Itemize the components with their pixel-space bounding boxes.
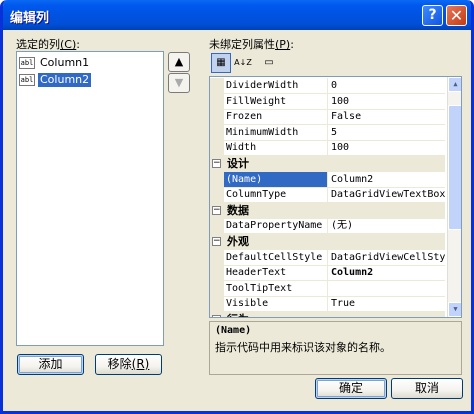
remove-button[interactable]: 移除(R) [95, 354, 162, 375]
add-button[interactable]: 添加 [17, 354, 84, 375]
property-row[interactable]: MinimumWidth 5 [210, 124, 445, 141]
property-name[interactable]: DataPropertyName [224, 218, 328, 234]
property-grid-toolbar: ▦ A↓Z ▭ [211, 53, 281, 73]
property-name[interactable]: ToolTipText [224, 280, 328, 296]
property-value[interactable]: True [329, 296, 445, 311]
collapse-icon[interactable]: − [212, 237, 221, 246]
list-item-label: Column2 [38, 73, 92, 87]
row-gutter [210, 218, 224, 235]
category-label: 设计 [227, 157, 249, 170]
selected-columns-label: 选定的列(C): [16, 38, 80, 51]
property-name[interactable]: Frozen [224, 109, 328, 125]
row-gutter [210, 249, 224, 266]
property-row[interactable]: (Name) Column2 [210, 171, 445, 188]
list-item-column1[interactable]: abl Column1 [19, 55, 161, 71]
property-row[interactable]: Frozen False [210, 109, 445, 126]
scroll-thumb[interactable] [448, 105, 461, 230]
scroll-up-icon[interactable]: ▲ [448, 77, 461, 92]
row-gutter [210, 124, 224, 141]
property-row[interactable]: Width 100 [210, 140, 445, 157]
property-grid[interactable]: DividerWidth 0 FillWeight 100 Frozen False Min… [209, 76, 462, 318]
textbox-column-icon: abl [19, 57, 35, 69]
property-value[interactable]: False [329, 109, 445, 124]
property-name[interactable]: DividerWidth [224, 78, 328, 93]
row-gutter [210, 171, 224, 188]
property-row[interactable]: ToolTipText [210, 280, 445, 297]
cancel-button[interactable]: 取消 [391, 378, 463, 399]
list-item-label: Column1 [40, 56, 90, 69]
collapse-icon[interactable]: − [212, 159, 221, 168]
description-text: 指示代码中用来标识该对象的名称。 [215, 341, 391, 354]
property-value[interactable]: Column2 [329, 172, 445, 187]
property-value[interactable] [329, 281, 445, 296]
row-gutter [210, 265, 224, 282]
categorized-view-icon[interactable]: ▦ [211, 53, 231, 73]
row-gutter [210, 140, 224, 157]
property-name[interactable]: DefaultCellStyle [224, 249, 328, 265]
edit-columns-dialog: 编辑列 ? ✕ 选定的列(C): abl Column1 abl Column2… [0, 0, 474, 414]
property-pages-icon[interactable]: ▭ [259, 53, 279, 73]
property-value[interactable]: Column2 [329, 265, 445, 280]
property-row[interactable]: DataPropertyName (无) [210, 218, 445, 235]
unbound-column-properties-label: 未绑定列属性(P): [209, 38, 294, 51]
property-category[interactable]: − 外观 [210, 234, 445, 250]
row-gutter [210, 78, 224, 94]
help-button[interactable]: ? [422, 5, 443, 26]
alphabetical-sort-icon[interactable]: A↓Z [233, 53, 253, 73]
property-row[interactable]: HeaderText Column2 [210, 265, 445, 282]
property-name[interactable]: Visible [224, 296, 328, 312]
move-up-button[interactable]: ▲ [168, 52, 190, 72]
property-value[interactable]: 0 [329, 78, 445, 93]
textbox-column-icon: abl [19, 74, 35, 86]
row-gutter [210, 280, 224, 297]
property-row[interactable]: DividerWidth 0 [210, 78, 445, 94]
property-category[interactable]: − 数据 [210, 202, 445, 219]
ok-button[interactable]: 确定 [315, 378, 387, 399]
title-bar[interactable]: 编辑列 ? ✕ [3, 0, 471, 30]
list-item-column2[interactable]: abl Column2 [19, 72, 161, 88]
row-gutter [210, 93, 224, 110]
category-label: 外观 [227, 235, 249, 248]
property-grid-scrollbar[interactable]: ▲ ▼ [447, 77, 461, 317]
property-value[interactable]: (无) [329, 218, 445, 233]
property-name[interactable]: FillWeight [224, 93, 328, 109]
close-button[interactable]: ✕ [446, 5, 467, 26]
property-name[interactable]: Width [224, 140, 328, 156]
property-name[interactable]: (Name) [224, 171, 328, 187]
property-value[interactable]: 100 [329, 140, 445, 155]
property-name[interactable]: HeaderText [224, 265, 328, 281]
row-gutter [210, 187, 224, 204]
move-down-button[interactable]: ▼ [168, 73, 190, 93]
property-value[interactable]: DataGridViewCellStyle [329, 250, 445, 265]
category-label: 数据 [227, 203, 249, 217]
description-title: (Name) [215, 325, 252, 336]
selected-columns-list[interactable]: abl Column1 abl Column2 [16, 51, 164, 346]
property-name[interactable]: MinimumWidth [224, 124, 328, 140]
property-name[interactable]: ColumnType [224, 187, 328, 203]
property-value[interactable]: 5 [329, 125, 445, 140]
property-row[interactable]: DefaultCellStyle DataGridViewCellStyle [210, 249, 445, 266]
scroll-down-icon[interactable]: ▼ [448, 302, 461, 317]
property-row[interactable]: Visible True [210, 296, 445, 313]
row-gutter [210, 296, 224, 313]
property-description-panel: (Name) 指示代码中用来标识该对象的名称。 [209, 321, 462, 375]
property-value[interactable]: DataGridViewTextBoxCo [329, 187, 445, 202]
collapse-icon[interactable]: − [212, 205, 221, 215]
property-row[interactable]: ColumnType DataGridViewTextBoxCo [210, 187, 445, 204]
collapse-icon[interactable]: − [212, 315, 221, 317]
property-row[interactable]: FillWeight 100 [210, 93, 445, 110]
property-category[interactable]: − 行为 [210, 312, 445, 317]
category-label: 行为 [227, 312, 249, 317]
row-gutter [210, 109, 224, 126]
property-value[interactable]: 100 [329, 94, 445, 109]
property-category[interactable]: − 设计 [210, 156, 445, 172]
dialog-title: 编辑列 [10, 11, 50, 26]
